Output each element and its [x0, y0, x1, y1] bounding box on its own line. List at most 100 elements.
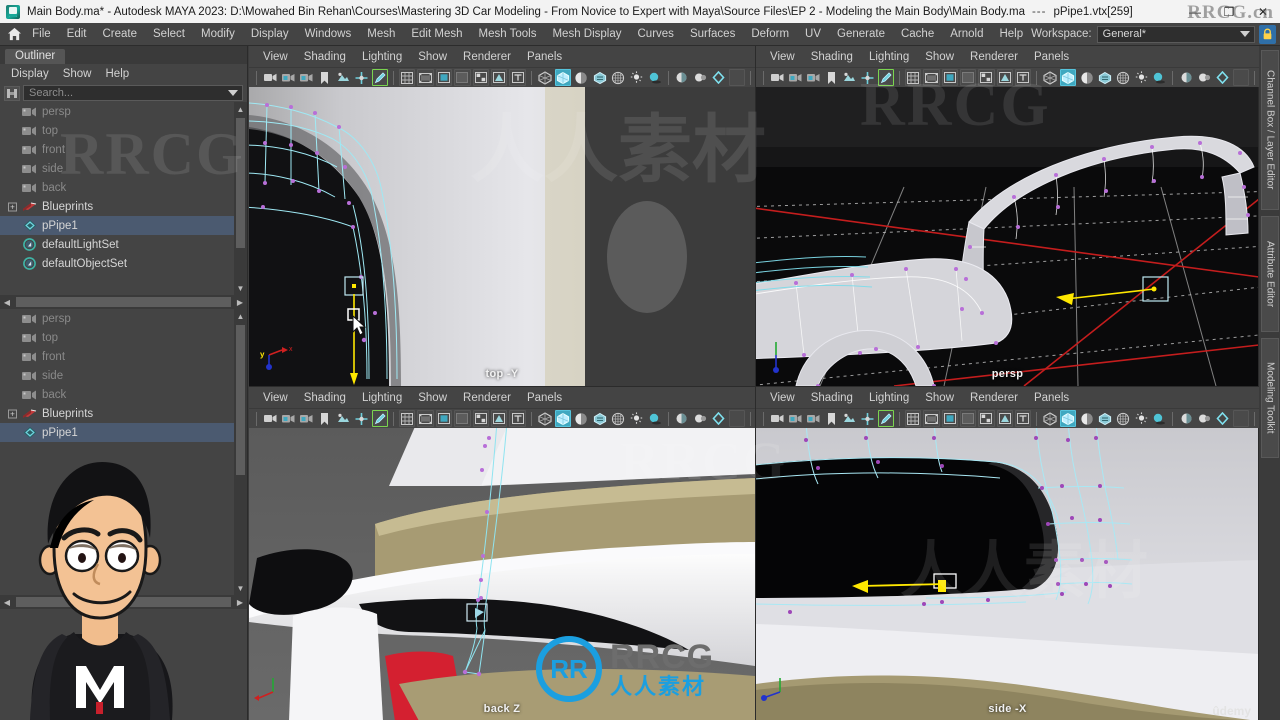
- gate-mask-icon[interactable]: [454, 69, 471, 86]
- menu-item-mesh[interactable]: Mesh: [359, 24, 403, 45]
- outliner-vertical-scrollbar-bottom[interactable]: ▲ ▼: [234, 309, 247, 595]
- depth-peel-icon[interactable]: [710, 69, 726, 86]
- depth-peel-icon[interactable]: [1215, 69, 1231, 86]
- snap-icon[interactable]: [353, 69, 369, 86]
- film-gate-icon[interactable]: [923, 69, 940, 86]
- camera-attributes-icon[interactable]: [787, 410, 803, 427]
- exposure-icon[interactable]: [978, 69, 995, 86]
- exposure-icon[interactable]: [472, 410, 489, 427]
- xray-joints-icon[interactable]: [1014, 410, 1032, 427]
- toggle-gizmo-icon[interactable]: [877, 69, 895, 86]
- scroll-thumb[interactable]: [236, 118, 245, 248]
- xray-joints-icon[interactable]: [1014, 69, 1032, 86]
- outliner-item-ppipe1[interactable]: pPipe1: [0, 423, 247, 442]
- motion-blur-icon[interactable]: [692, 410, 708, 427]
- image-plane-icon[interactable]: [335, 410, 351, 427]
- image-plane-icon[interactable]: [335, 69, 351, 86]
- outliner-horizontal-scrollbar[interactable]: ◀ ▶: [0, 295, 247, 309]
- ambient-occlusion-icon[interactable]: [674, 410, 690, 427]
- resolution-gate-icon[interactable]: [435, 69, 453, 86]
- toggle-gizmo-icon[interactable]: [371, 410, 389, 427]
- wireframe-icon[interactable]: [537, 410, 553, 427]
- snap-icon[interactable]: [353, 410, 369, 427]
- scroll-down-icon[interactable]: ▼: [234, 281, 247, 295]
- tab-modeling-toolkit[interactable]: Modeling Toolkit: [1261, 338, 1279, 458]
- outliner-item-defaultobjectset[interactable]: defaultObjectSet: [0, 254, 247, 273]
- viewport-menu-view[interactable]: View: [762, 392, 803, 404]
- lighting-icon[interactable]: [628, 69, 644, 86]
- viewport-menu-renderer[interactable]: Renderer: [962, 51, 1026, 63]
- bookmarks-icon[interactable]: [317, 410, 333, 427]
- grid-icon[interactable]: [399, 410, 416, 427]
- workspace-select[interactable]: General*: [1096, 25, 1255, 43]
- screen-space-icon[interactable]: [1115, 410, 1131, 427]
- home-icon[interactable]: [4, 23, 24, 45]
- scroll-up-icon[interactable]: ▲: [234, 102, 247, 116]
- smooth-shade-icon[interactable]: [554, 410, 572, 427]
- ambient-occlusion-icon[interactable]: [674, 69, 690, 86]
- outliner-menu-display[interactable]: Display: [4, 68, 56, 80]
- viewport-menu-shading[interactable]: Shading: [803, 51, 861, 63]
- shadows-icon[interactable]: [1151, 69, 1167, 86]
- snap-icon[interactable]: [860, 69, 876, 86]
- image-plane-icon[interactable]: [842, 69, 858, 86]
- viewport-menu-show[interactable]: Show: [410, 392, 455, 404]
- outliner-tree-top[interactable]: persp top front side back + Blueprints pPipe1 de…: [0, 102, 247, 295]
- depth-peel-icon[interactable]: [1215, 410, 1231, 427]
- camera-attributes-icon[interactable]: [787, 69, 803, 86]
- xray-icon[interactable]: [996, 410, 1013, 427]
- outliner-item-blueprints[interactable]: + Blueprints: [0, 197, 247, 216]
- viewport-canvas-persp[interactable]: [756, 87, 1259, 386]
- screen-space-icon[interactable]: [1115, 69, 1131, 86]
- expand-toggle-icon[interactable]: +: [8, 202, 17, 211]
- toggle-gizmo-icon[interactable]: [877, 410, 895, 427]
- outliner-menu-show[interactable]: Show: [56, 68, 99, 80]
- menu-item-display[interactable]: Display: [243, 24, 297, 45]
- xray-icon[interactable]: [490, 69, 508, 86]
- outliner-item-back[interactable]: back: [0, 385, 247, 404]
- scroll-down-icon[interactable]: ▼: [234, 581, 247, 595]
- viewport-menu-show[interactable]: Show: [410, 51, 455, 63]
- outliner-item-side[interactable]: side: [0, 366, 247, 385]
- menu-item-mesh-tools[interactable]: Mesh Tools: [471, 24, 545, 45]
- lighting-icon[interactable]: [1133, 410, 1149, 427]
- menu-item-arnold[interactable]: Arnold: [942, 24, 991, 45]
- viewport-menu-view[interactable]: View: [255, 392, 296, 404]
- camera-settings-icon[interactable]: [299, 69, 315, 86]
- outliner-item-front[interactable]: front: [0, 140, 247, 159]
- camera-settings-icon[interactable]: [805, 69, 821, 86]
- smooth-shade-icon[interactable]: [1060, 69, 1077, 86]
- menu-item-deform[interactable]: Deform: [743, 24, 797, 45]
- camera-settings-icon[interactable]: [299, 410, 315, 427]
- textured-icon[interactable]: [592, 410, 608, 427]
- xray-icon[interactable]: [996, 69, 1013, 86]
- viewport-menu-renderer[interactable]: Renderer: [455, 51, 519, 63]
- multisample-icon[interactable]: [1232, 410, 1250, 427]
- grid-icon[interactable]: [905, 69, 922, 86]
- resolution-gate-icon[interactable]: [941, 410, 958, 427]
- smooth-shade-icon[interactable]: [554, 69, 572, 86]
- viewport-menu-panels[interactable]: Panels: [519, 392, 570, 404]
- multisample-icon[interactable]: [728, 69, 746, 86]
- resolution-gate-icon[interactable]: [941, 69, 958, 86]
- viewport-menu-panels[interactable]: Panels: [1026, 392, 1077, 404]
- outliner-item-top[interactable]: top: [0, 121, 247, 140]
- shadows-icon[interactable]: [1151, 410, 1167, 427]
- scroll-right-icon[interactable]: ▶: [233, 598, 247, 607]
- textured-icon[interactable]: [1097, 69, 1113, 86]
- menu-item-windows[interactable]: Windows: [297, 24, 360, 45]
- select-camera-icon[interactable]: [262, 410, 278, 427]
- outliner-item-defaultlightset[interactable]: defaultLightSet: [0, 235, 247, 254]
- viewport-menu-renderer[interactable]: Renderer: [455, 392, 519, 404]
- outliner-menu-help[interactable]: Help: [99, 68, 137, 80]
- viewport-menu-renderer[interactable]: Renderer: [962, 392, 1026, 404]
- textured-icon[interactable]: [592, 69, 608, 86]
- viewport-side[interactable]: View Shading Lighting Show Renderer Pane…: [756, 387, 1259, 720]
- ambient-occlusion-icon[interactable]: [1178, 69, 1194, 86]
- textured-icon[interactable]: [1097, 410, 1113, 427]
- exposure-icon[interactable]: [978, 410, 995, 427]
- wireframe-icon[interactable]: [1042, 69, 1058, 86]
- viewport-menu-view[interactable]: View: [255, 51, 296, 63]
- outliner-item-persp[interactable]: persp: [0, 309, 247, 328]
- expand-toggle-icon[interactable]: +: [8, 409, 17, 418]
